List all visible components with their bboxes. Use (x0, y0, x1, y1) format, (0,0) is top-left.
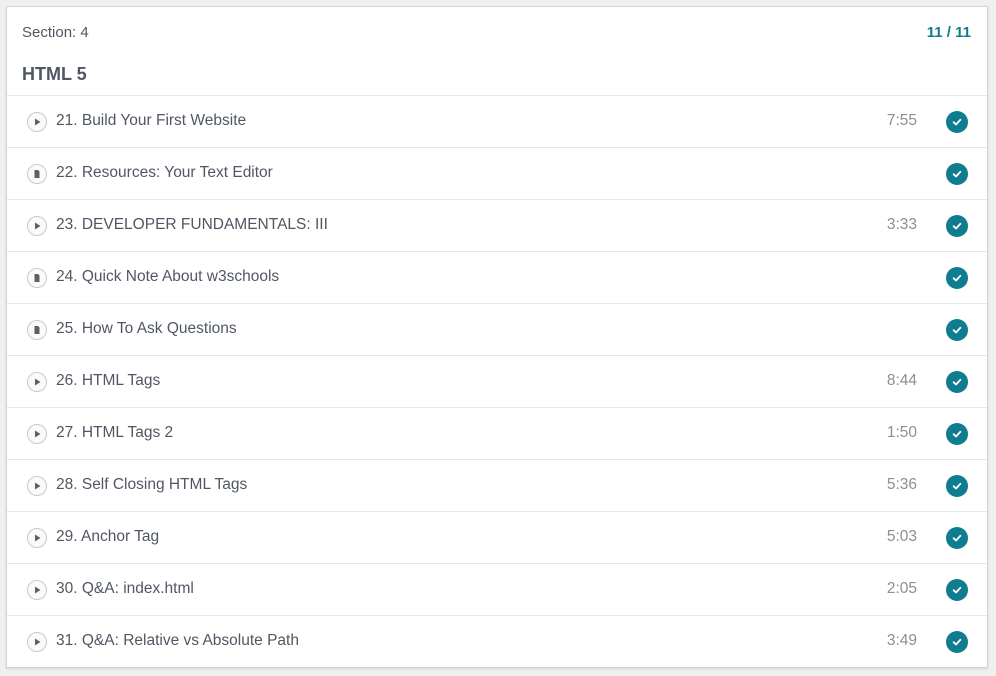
lecture-title: 27. HTML Tags 2 (56, 424, 174, 441)
completed-check-icon[interactable] (946, 475, 968, 497)
curriculum-section-panel: Section: 4 11 / 11 HTML 5 21. Build Your… (6, 6, 988, 668)
lecture-title: 22. Resources: Your Text Editor (56, 164, 273, 181)
lecture-duration: 1:50 (886, 424, 917, 441)
completed-check-icon[interactable] (946, 267, 968, 289)
lecture-duration: 3:49 (886, 632, 917, 649)
lecture-duration: 3:33 (886, 216, 917, 233)
lecture-item[interactable]: 28. Self Closing HTML Tags 5:36 (7, 460, 987, 512)
play-icon (27, 372, 47, 392)
lecture-duration: 5:03 (886, 528, 917, 545)
lecture-list: 21. Build Your First Website 7:55 22. Reso… (7, 96, 987, 668)
section-header[interactable]: Section: 4 11 / 11 HTML 5 (7, 7, 987, 96)
lecture-duration: 5:36 (886, 476, 917, 493)
lecture-item[interactable]: 24. Quick Note About w3schools (7, 252, 987, 304)
section-progress: 11 / 11 (926, 24, 971, 41)
play-icon (27, 528, 47, 548)
lecture-duration: 2:05 (886, 580, 917, 597)
document-icon (27, 320, 47, 340)
lecture-title: 25. How To Ask Questions (56, 320, 237, 337)
section-title: HTML 5 (22, 64, 87, 84)
lecture-title: 31. Q&A: Relative vs Absolute Path (56, 632, 299, 649)
lecture-item[interactable]: 21. Build Your First Website 7:55 (7, 96, 987, 148)
lecture-item[interactable]: 31. Q&A: Relative vs Absolute Path 3:49 (7, 616, 987, 668)
completed-check-icon[interactable] (946, 111, 968, 133)
lecture-item[interactable]: 30. Q&A: index.html 2:05 (7, 564, 987, 616)
lecture-duration: 7:55 (886, 112, 917, 129)
completed-check-icon[interactable] (946, 215, 968, 237)
completed-check-icon[interactable] (946, 527, 968, 549)
lecture-item[interactable]: 25. How To Ask Questions (7, 304, 987, 356)
play-icon (27, 112, 47, 132)
lecture-item[interactable]: 26. HTML Tags 8:44 (7, 356, 987, 408)
lecture-title: 30. Q&A: index.html (56, 580, 194, 597)
completed-check-icon[interactable] (946, 371, 968, 393)
lecture-title: 23. DEVELOPER FUNDAMENTALS: III (56, 216, 328, 233)
play-icon (27, 216, 47, 236)
play-icon (27, 424, 47, 444)
lecture-title: 26. HTML Tags (56, 372, 161, 389)
play-icon (27, 580, 47, 600)
play-icon (27, 476, 47, 496)
completed-check-icon[interactable] (946, 163, 968, 185)
lecture-title: 21. Build Your First Website (56, 112, 247, 129)
lecture-item[interactable]: 29. Anchor Tag 5:03 (7, 512, 987, 564)
section-label: Section: 4 (22, 24, 89, 41)
play-icon (27, 632, 47, 652)
lecture-item[interactable]: 23. DEVELOPER FUNDAMENTALS: III 3:33 (7, 200, 987, 252)
document-icon (27, 268, 47, 288)
lecture-item[interactable]: 22. Resources: Your Text Editor (7, 148, 987, 200)
lecture-title: 29. Anchor Tag (56, 528, 160, 545)
document-icon (27, 164, 47, 184)
completed-check-icon[interactable] (946, 631, 968, 653)
lecture-title: 24. Quick Note About w3schools (56, 268, 280, 285)
completed-check-icon[interactable] (946, 319, 968, 341)
lecture-title: 28. Self Closing HTML Tags (56, 476, 248, 493)
lecture-item[interactable]: 27. HTML Tags 2 1:50 (7, 408, 987, 460)
lecture-duration: 8:44 (886, 372, 917, 389)
completed-check-icon[interactable] (946, 579, 968, 601)
completed-check-icon[interactable] (946, 423, 968, 445)
